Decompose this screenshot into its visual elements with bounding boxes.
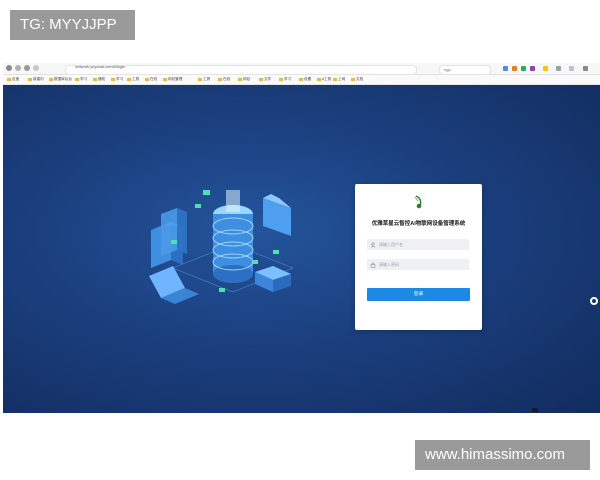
folder-icon bbox=[145, 77, 149, 81]
folder-icon bbox=[279, 77, 283, 81]
folder-icon bbox=[28, 77, 32, 81]
password-placeholder: 请输入密码 bbox=[379, 262, 399, 267]
folder-icon bbox=[163, 77, 167, 81]
bookmark-item[interactable]: 设置 bbox=[299, 77, 311, 82]
bookmark-item[interactable]: 网站 bbox=[238, 77, 250, 82]
extension-icon[interactable] bbox=[521, 66, 526, 71]
system-title: 优雅草星云智控AI物联网设备管理系统 bbox=[371, 221, 466, 227]
cursor-icon bbox=[532, 408, 538, 412]
folder-icon bbox=[49, 77, 53, 81]
lock-icon bbox=[370, 262, 376, 268]
bookmark-item[interactable]: 文件 bbox=[259, 77, 271, 82]
extension-icon[interactable] bbox=[512, 66, 517, 71]
server-illustration bbox=[149, 190, 303, 304]
folder-icon bbox=[7, 77, 11, 81]
bookmark-item[interactable]: 网站管理 bbox=[163, 77, 182, 82]
reload-icon[interactable] bbox=[24, 65, 30, 71]
folder-icon bbox=[351, 77, 355, 81]
username-placeholder: 请输入用户名 bbox=[379, 242, 403, 247]
bookmark-item[interactable]: 学习 bbox=[111, 77, 123, 82]
bookmark-item[interactable]: 文档 bbox=[351, 77, 363, 82]
login-button[interactable]: 登录 bbox=[367, 288, 470, 301]
address-url: network.yuyaoai.com/#/login bbox=[75, 64, 126, 69]
folder-icon bbox=[238, 77, 242, 81]
bookmark-item[interactable]: 学习 bbox=[279, 77, 291, 82]
folder-icon bbox=[299, 77, 303, 81]
folder-icon bbox=[127, 77, 131, 81]
bookmarks-bar: 百度 新建内 数据库后台 学习 通知 学习 工具 在线 网站管理 工具 在线 网… bbox=[3, 75, 600, 85]
watermark-top: TG: MYYJJPP bbox=[10, 10, 135, 40]
forward-icon[interactable] bbox=[15, 65, 21, 71]
menu-icon[interactable] bbox=[556, 66, 561, 71]
login-page-background: 优雅草星云智控AI物联网设备管理系统 请输入用户名 请输入密码 登录 bbox=[3, 85, 600, 413]
bookmark-item[interactable]: 在线 bbox=[218, 77, 230, 82]
extension-icon[interactable] bbox=[530, 66, 535, 71]
bookmark-item[interactable]: 通知 bbox=[93, 77, 105, 82]
folder-icon bbox=[111, 77, 115, 81]
floating-widget-icon[interactable] bbox=[590, 297, 598, 305]
bookmark-item[interactable]: 数据库后台 bbox=[49, 77, 72, 82]
back-icon[interactable] bbox=[6, 65, 12, 71]
extension-icon[interactable] bbox=[503, 66, 508, 71]
leaf-logo-icon bbox=[414, 195, 422, 209]
folder-icon bbox=[259, 77, 263, 81]
extension-icon[interactable] bbox=[543, 66, 548, 71]
user-icon bbox=[370, 241, 376, 248]
menu-icon[interactable] bbox=[583, 66, 588, 71]
address-bar-row: network.yuyaoai.com/#/login ngp bbox=[3, 63, 600, 75]
watermark-bottom: www.himassimo.com bbox=[415, 440, 590, 470]
folder-icon bbox=[333, 77, 337, 81]
bookmark-item[interactable]: 在线 bbox=[145, 77, 157, 82]
bookmark-item[interactable]: a工具 bbox=[317, 77, 331, 82]
menu-icon[interactable] bbox=[569, 66, 574, 71]
bookmark-item[interactable]: 百度 bbox=[7, 77, 19, 82]
login-card: 优雅草星云智控AI物联网设备管理系统 请输入用户名 请输入密码 登录 bbox=[355, 184, 482, 330]
username-field[interactable]: 请输入用户名 bbox=[367, 239, 469, 250]
browser-search-text: ngp bbox=[444, 66, 451, 72]
bookmark-item[interactable]: 上网 bbox=[333, 77, 345, 82]
folder-icon bbox=[75, 77, 79, 81]
folder-icon bbox=[218, 77, 222, 81]
browser-search-box[interactable]: ngp bbox=[439, 64, 491, 75]
bookmark-item[interactable]: 新建内 bbox=[28, 77, 44, 82]
home-icon[interactable] bbox=[33, 65, 39, 71]
folder-icon bbox=[198, 77, 202, 81]
password-field[interactable]: 请输入密码 bbox=[367, 259, 469, 270]
bookmark-item[interactable]: 学习 bbox=[75, 77, 87, 82]
folder-icon bbox=[93, 77, 97, 81]
folder-icon bbox=[317, 77, 321, 81]
bookmark-item[interactable]: 工具 bbox=[198, 77, 210, 82]
bookmark-item[interactable]: 工具 bbox=[127, 77, 139, 82]
browser-window: network.yuyaoai.com/#/login ngp 百度 新建内 数… bbox=[3, 63, 600, 413]
